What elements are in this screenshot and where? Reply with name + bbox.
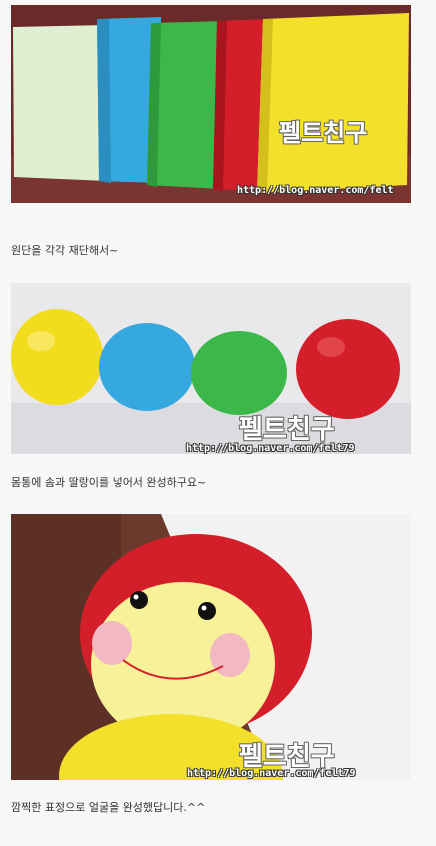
photo-watermark: 펠트친구 (279, 119, 368, 147)
caterpillar-body-image (11, 283, 411, 454)
blog-post: 펠트친구 http://blog.naver.com/felt 원단을 각각 재… (0, 0, 436, 846)
caption-stuffing-body: 몸통에 솜과 딸랑이를 넣어서 완성하구요~ (11, 476, 207, 489)
photo-source-url: http://blog.naver.com/felt79 (187, 768, 356, 779)
photo-fabric-swatches: 펠트친구 http://blog.naver.com/felt (11, 5, 411, 203)
photo-source-url: http://blog.naver.com/felt79 (186, 443, 355, 454)
photo-caterpillar-body: 펠트친구 http://blog.naver.com/felt79 (11, 283, 411, 454)
photo-watermark: 펠트친구 (239, 415, 335, 445)
caption-cutting-fabric: 원단을 각각 재단해서~ (11, 244, 119, 257)
photo-source-url: http://blog.naver.com/felt (237, 185, 394, 196)
caption-making-face: 깜찍한 표정으로 얼굴을 완성했답니다.^^ (11, 801, 206, 814)
caterpillar-face-image (11, 514, 411, 780)
fabric-swatches-image (11, 5, 411, 203)
photo-caterpillar-face: 펠트친구 http://blog.naver.com/felt79 (11, 514, 411, 780)
